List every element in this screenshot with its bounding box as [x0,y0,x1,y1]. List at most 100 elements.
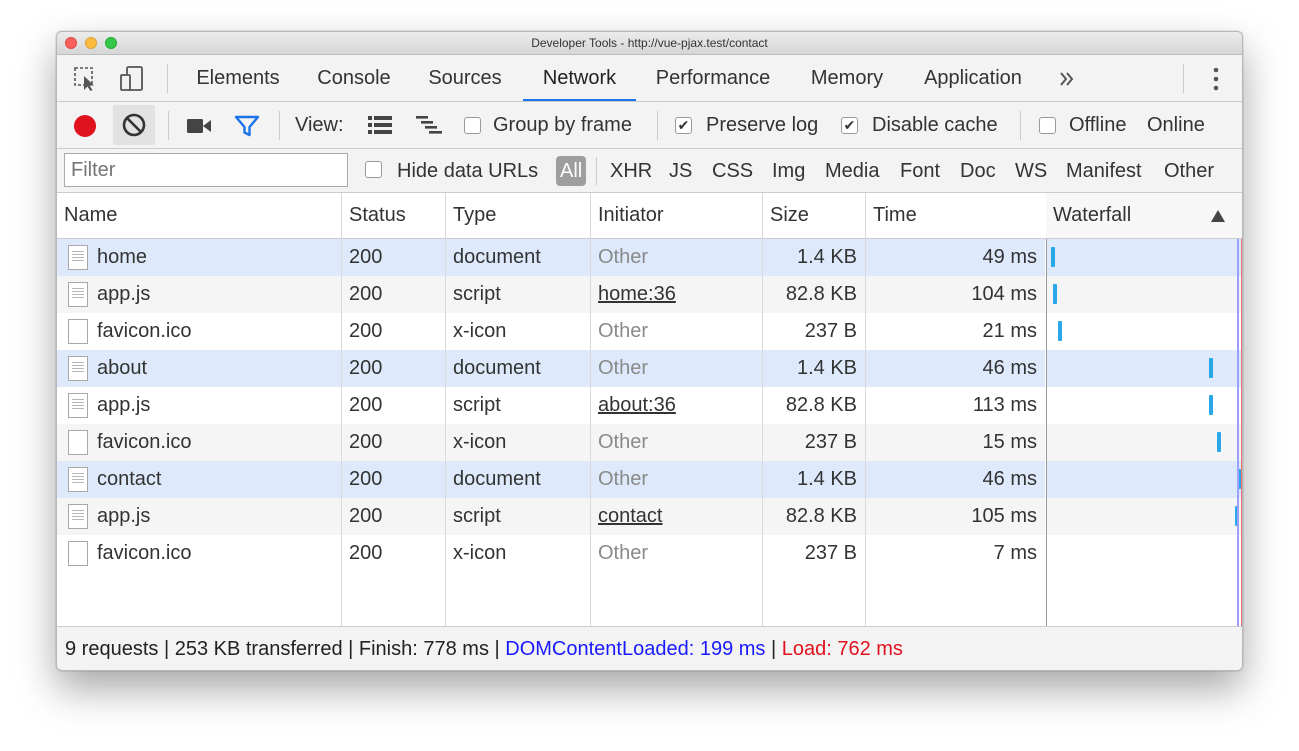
table-row[interactable]: home 200 document Other 1.4 KB 49 ms [57,239,1045,276]
request-type: script [453,505,501,527]
type-filter-xhr[interactable]: XHR [610,149,652,193]
request-size: 82.8 KB [785,505,857,527]
table-row[interactable]: app.js 200 script about:36 82.8 KB 113 ms [57,387,1045,424]
waterfall-row [1047,350,1242,387]
request-name[interactable]: app.js [97,276,337,313]
request-initiator[interactable]: home:36 [598,276,762,313]
disable-cache-checkbox[interactable]: ✔ [841,117,858,134]
column-header-time[interactable]: Time [866,193,1044,238]
request-name[interactable]: favicon.ico [97,313,337,350]
table-header: Name Status Type Initiator Size Time Wat… [57,193,1242,239]
type-filter-font[interactable]: Font [900,149,940,193]
list-view-icon[interactable] [366,113,394,137]
request-name[interactable]: home [97,239,337,276]
tab-bar-divider-right [1183,64,1184,93]
offline-checkbox[interactable] [1039,117,1056,134]
request-name[interactable]: about [97,350,337,387]
table-row[interactable]: favicon.ico 200 x-icon Other 237 B 7 ms [57,535,1045,572]
tab-bar-divider [167,64,168,93]
request-initiator[interactable]: contact [598,498,762,535]
kebab-menu-icon[interactable] [1210,66,1222,92]
waterfall-overview-icon[interactable] [414,113,444,137]
request-time: 49 ms [982,246,1037,268]
tab-application[interactable]: Application [913,55,1033,101]
throttling-select[interactable]: Online [1147,102,1205,148]
transferred-size: 253 KB transferred [174,638,343,660]
column-header-initiator[interactable]: Initiator [591,193,762,238]
request-status: 200 [349,246,383,268]
preserve-log-label[interactable]: Preserve log [706,102,818,148]
group-by-frame-label[interactable]: Group by frame [493,102,632,148]
chevron-double-right-icon[interactable] [1057,69,1077,89]
dom-content-loaded-marker [1237,239,1239,626]
type-filter-img[interactable]: Img [772,149,805,193]
filter-icon[interactable] [234,114,260,138]
request-name[interactable]: app.js [97,387,337,424]
request-name[interactable]: app.js [97,498,337,535]
tab-elements[interactable]: Elements [183,55,293,101]
tab-memory[interactable]: Memory [801,55,893,101]
waterfall-bar[interactable] [1051,247,1055,267]
tab-network[interactable]: Network [523,55,636,101]
type-filter-doc[interactable]: Doc [960,149,996,193]
request-size: 237 B [804,431,857,453]
type-filter-css[interactable]: CSS [712,149,753,193]
request-name[interactable]: contact [97,461,337,498]
waterfall-bar[interactable] [1209,358,1213,378]
request-initiator[interactable]: about:36 [598,387,762,424]
column-header-type[interactable]: Type [446,193,590,238]
toolbar-divider [1020,111,1021,140]
table-row[interactable]: contact 200 document Other 1.4 KB 46 ms [57,461,1045,498]
hide-data-urls-checkbox[interactable] [365,161,382,178]
waterfall-bar[interactable] [1217,432,1221,452]
table-row[interactable]: about 200 document Other 1.4 KB 46 ms [57,350,1045,387]
type-filter-media[interactable]: Media [825,149,879,193]
tab-console[interactable]: Console [303,55,405,101]
filter-input[interactable] [64,153,348,187]
video-camera-icon[interactable] [186,116,214,136]
clear-icon[interactable] [113,105,155,145]
request-type: script [453,394,501,416]
hide-data-urls-label[interactable]: Hide data URLs [397,149,538,193]
type-filter-js[interactable]: JS [669,149,692,193]
sort-ascending-icon[interactable] [1210,209,1226,223]
tab-sources[interactable]: Sources [415,55,515,101]
request-name[interactable]: favicon.ico [97,424,337,461]
type-filter-manifest[interactable]: Manifest [1066,149,1142,193]
disable-cache-label[interactable]: Disable cache [872,102,998,148]
request-status: 200 [349,394,383,416]
inspect-element-icon[interactable] [73,66,99,92]
column-header-name[interactable]: Name [57,193,341,238]
table-row[interactable]: favicon.ico 200 x-icon Other 237 B 21 ms [57,313,1045,350]
column-header-status[interactable]: Status [342,193,445,238]
column-header-size[interactable]: Size [763,193,865,238]
type-filter-other[interactable]: Other [1164,149,1214,193]
preserve-log-checkbox[interactable]: ✔ [675,117,692,134]
request-count: 9 requests [65,638,159,660]
requests-table: Name Status Type Initiator Size Time Wat… [57,193,1242,626]
record-icon[interactable] [73,114,97,138]
request-status: 200 [349,468,383,490]
table-row[interactable]: app.js 200 script contact 82.8 KB 105 ms [57,498,1045,535]
table-row[interactable]: app.js 200 script home:36 82.8 KB 104 ms [57,276,1045,313]
offline-label[interactable]: Offline [1069,102,1126,148]
waterfall-bar[interactable] [1058,321,1062,341]
device-toolbar-icon[interactable] [119,65,145,93]
type-filter-all[interactable]: All [556,156,587,186]
type-filter-ws[interactable]: WS [1015,149,1047,193]
request-initiator: Other [598,468,649,490]
summary-separator: | [765,638,782,660]
request-size: 1.4 KB [796,246,857,268]
request-time: 105 ms [971,505,1037,527]
toolbar-divider [279,111,280,140]
request-name[interactable]: favicon.ico [97,535,337,572]
group-by-frame-checkbox[interactable] [464,117,481,134]
waterfall-bar[interactable] [1053,284,1057,304]
table-row[interactable]: favicon.ico 200 x-icon Other 237 B 15 ms [57,424,1045,461]
request-size: 82.8 KB [785,394,857,416]
toolbar-divider [168,111,169,140]
load-time: Load: 762 ms [781,638,903,660]
title-bar: Developer Tools - http://vue-pjax.test/c… [57,32,1242,55]
waterfall-bar[interactable] [1209,395,1213,415]
tab-performance[interactable]: Performance [647,55,779,101]
